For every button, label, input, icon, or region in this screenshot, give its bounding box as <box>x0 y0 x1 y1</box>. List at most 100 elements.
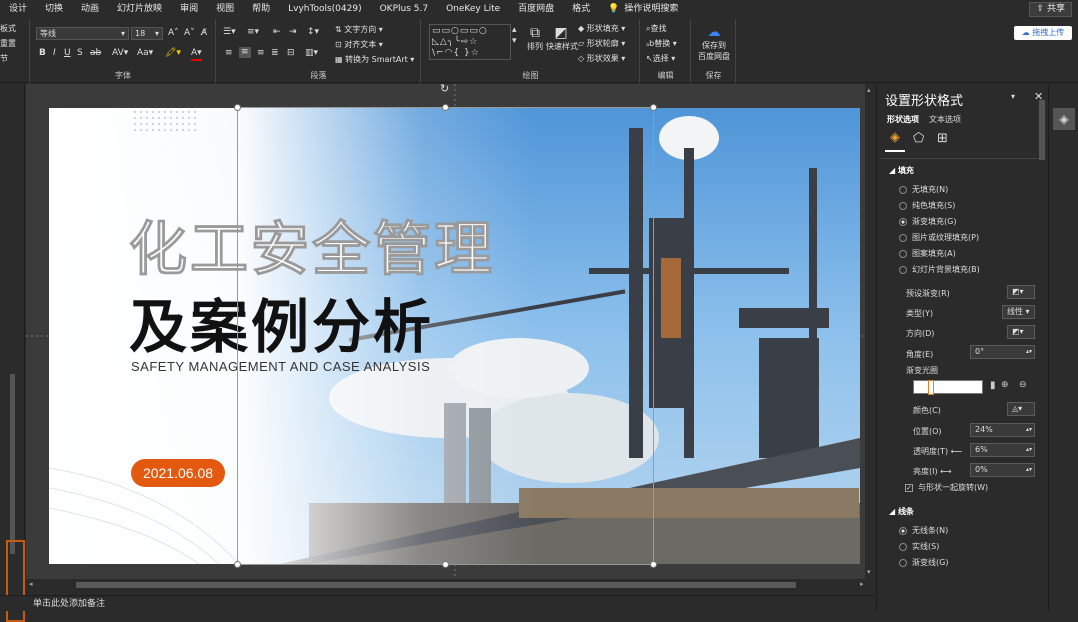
convert-smartart-button[interactable]: ▦ 转换为 SmartArt ▾ <box>335 54 414 65</box>
increase-indent-icon[interactable]: ⇥ <box>289 27 297 38</box>
vertical-scrollbar[interactable]: ▴ ▾ <box>865 84 875 579</box>
strikethrough-icon[interactable]: ab <box>90 48 101 59</box>
resize-handle-tr[interactable] <box>650 104 657 111</box>
align-text-button[interactable]: ⊡ 对齐文本 ▾ <box>335 39 383 50</box>
color-picker[interactable]: ◬▾ <box>1007 402 1035 416</box>
fill-option-slide-bg[interactable]: 幻灯片背景填充(B) <box>899 264 980 275</box>
cloud-upload-button[interactable]: ☁ 拖拽上传 <box>1014 26 1072 40</box>
rotate-handle-icon[interactable]: ↻ <box>440 82 449 95</box>
section-button[interactable]: 节 <box>0 53 8 64</box>
text-direction-button[interactable]: ⇅ 文字方向 ▾ <box>335 24 383 35</box>
scroll-up-icon[interactable]: ▴ <box>867 86 871 94</box>
layout-button[interactable]: 板式 <box>0 23 16 34</box>
gradient-stops-bar[interactable] <box>913 380 983 394</box>
tab-view[interactable]: 视图 <box>207 0 243 19</box>
line-option-solid[interactable]: 实线(S) <box>899 541 939 552</box>
clear-format-icon[interactable]: A̸ <box>201 28 207 39</box>
columns-icon[interactable]: ▥▾ <box>305 48 318 59</box>
fill-line-icon[interactable]: ◈ <box>885 130 905 152</box>
shape-fill-button[interactable]: ◆ 形状填充 ▾ <box>578 23 625 34</box>
resize-handle-bl[interactable] <box>234 561 241 568</box>
thumbnails-scrollbar[interactable] <box>10 374 15 554</box>
align-left-icon[interactable]: ≡ <box>225 48 233 59</box>
quick-styles-button[interactable]: ◩ 快速样式 <box>546 25 578 52</box>
italic-icon[interactable]: I <box>53 48 56 59</box>
fill-option-solid[interactable]: 纯色填充(S) <box>899 200 955 211</box>
position-input[interactable]: 24% ▴▾ <box>970 423 1035 437</box>
tell-me-search[interactable]: 💡 操作说明搜索 <box>599 0 687 19</box>
line-section-header[interactable]: ◢ 线条 <box>889 506 914 517</box>
pane-options-icon[interactable]: ▾ <box>1011 92 1015 101</box>
distributed-icon[interactable]: ⊟ <box>287 48 295 59</box>
fill-section-header[interactable]: ◢ 填充 <box>889 165 914 176</box>
decrease-indent-icon[interactable]: ⇤ <box>273 27 281 38</box>
tab-slideshow[interactable]: 幻灯片放映 <box>108 0 171 19</box>
justify-icon[interactable]: ≣ <box>271 48 279 59</box>
shape-effects-button[interactable]: ◇ 形状效果 ▾ <box>578 53 625 64</box>
bullets-icon[interactable]: ☰▾ <box>223 27 236 38</box>
change-case-icon[interactable]: Aa▾ <box>137 48 153 59</box>
spinner-icon[interactable]: ▴▾ <box>1026 444 1034 456</box>
gradient-stop-handle-icon[interactable]: ▮ <box>990 380 996 391</box>
select-button[interactable]: ↖选择 ▾ <box>646 53 675 64</box>
scroll-left-icon[interactable]: ◂ <box>29 580 33 588</box>
tab-text-options[interactable]: 文本选项 <box>929 114 961 125</box>
align-center-icon[interactable]: ≡ <box>239 47 251 58</box>
replace-button[interactable]: ₐb替换 ▾ <box>646 38 677 49</box>
line-option-none[interactable]: 无线条(N) <box>899 525 948 536</box>
tab-lvyhtools[interactable]: LvyhTools(0429) <box>279 0 370 19</box>
spinner-icon[interactable]: ▴▾ <box>1026 424 1034 436</box>
gallery-scroll-icon[interactable]: ▴ ▾ <box>512 25 517 47</box>
tab-animations[interactable]: 动画 <box>72 0 108 19</box>
scroll-down-icon[interactable]: ▾ <box>867 568 871 576</box>
tab-baidu[interactable]: 百度网盘 <box>509 0 563 19</box>
shapes-gallery[interactable]: ▭▭○▭▭○ ◺△╮╰⇨☆ \⌐◠{ }☆ <box>429 24 511 60</box>
tab-shape-options[interactable]: 形状选项 <box>887 114 919 125</box>
type-dropdown[interactable]: 线性 ▾ <box>1002 305 1035 319</box>
fill-option-pattern[interactable]: 图案填充(A) <box>899 248 956 259</box>
arrange-button[interactable]: ⧉ 排列 <box>522 25 548 52</box>
shrink-font-icon[interactable]: A˅ <box>184 28 195 39</box>
resize-handle-tl[interactable] <box>234 104 241 111</box>
font-color-icon[interactable]: A▾ <box>191 48 202 61</box>
fill-option-gradient[interactable]: 渐变填充(G) <box>899 216 956 227</box>
slide-thumbnails-panel[interactable] <box>0 84 25 622</box>
pane-scrollbar[interactable] <box>1039 100 1045 160</box>
tab-transitions[interactable]: 切换 <box>36 0 72 19</box>
bold-icon[interactable]: B <box>39 48 46 59</box>
rotate-with-shape-checkbox[interactable]: ✓ 与形状一起旋转(W) <box>905 482 988 493</box>
size-properties-icon[interactable]: ⊞ <box>937 131 948 146</box>
remove-stop-icon[interactable]: ⊖ <box>1019 380 1027 390</box>
tab-review[interactable]: 审阅 <box>171 0 207 19</box>
horizontal-scrollbar[interactable]: ◂ ▸ <box>26 579 875 591</box>
shape-outline-button[interactable]: ▱ 形状轮廓 ▾ <box>578 38 625 49</box>
align-right-icon[interactable]: ≡ <box>257 48 265 59</box>
find-button[interactable]: ⌕查找 <box>646 23 666 34</box>
spinner-icon[interactable]: ▴▾ <box>1026 464 1034 476</box>
preset-gradient-dropdown[interactable]: ◩▾ <box>1007 285 1035 299</box>
format-pane-toggle-icon[interactable]: ◈ <box>1053 108 1075 130</box>
effects-icon[interactable]: ⬠ <box>913 131 924 146</box>
tab-okplus[interactable]: OKPlus 5.7 <box>371 0 437 19</box>
brightness-input[interactable]: 0% ▴▾ <box>970 463 1035 477</box>
font-size-dropdown[interactable]: 18 ▾ <box>131 27 163 40</box>
numbering-icon[interactable]: ≡▾ <box>247 27 259 38</box>
gradient-stop-selected[interactable] <box>928 380 934 395</box>
resize-handle-br[interactable] <box>650 561 657 568</box>
scroll-right-icon[interactable]: ▸ <box>860 580 864 588</box>
fill-option-none[interactable]: 无填充(N) <box>899 184 948 195</box>
grow-font-icon[interactable]: A˄ <box>168 28 179 39</box>
transparency-input[interactable]: 6% ▴▾ <box>970 443 1035 457</box>
tab-design[interactable]: 设计 <box>0 0 36 19</box>
line-spacing-icon[interactable]: ↕▾ <box>307 27 319 38</box>
reset-button[interactable]: 重置 <box>0 38 16 49</box>
direction-dropdown[interactable]: ◩▾ <box>1007 325 1035 339</box>
char-spacing-icon[interactable]: AV▾ <box>112 48 128 59</box>
fill-option-picture[interactable]: 图片或纹理填充(P) <box>899 232 979 243</box>
share-button[interactable]: ⇪ 共享 <box>1029 2 1072 17</box>
tab-help[interactable]: 帮助 <box>243 0 279 19</box>
slide[interactable]: 化工安全管理 及案例分析 SAFETY MANAGEMENT AND CASE … <box>49 108 860 564</box>
highlight-icon[interactable]: 🖍▾ <box>165 48 181 59</box>
resize-handle-t[interactable] <box>442 104 449 111</box>
angle-input[interactable]: 0° ▴▾ <box>970 345 1035 359</box>
